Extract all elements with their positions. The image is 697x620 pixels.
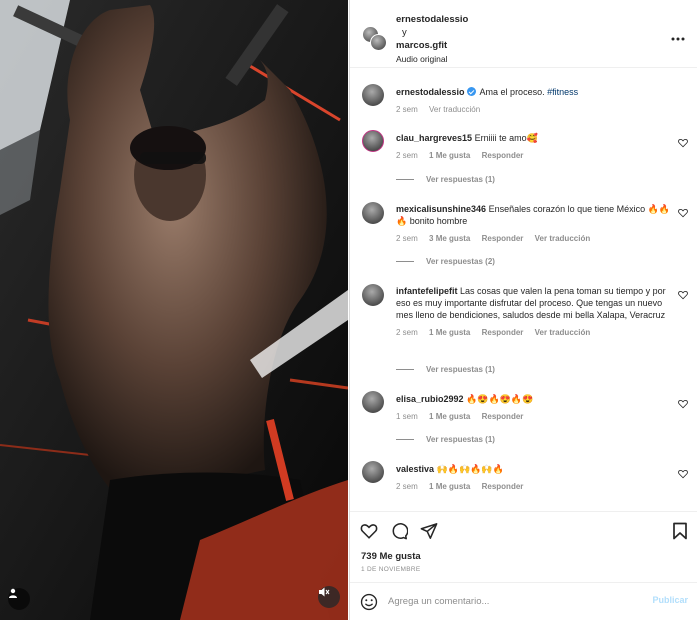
comment-username[interactable]: elisa_rubio2992 bbox=[396, 394, 464, 404]
translate-link[interactable]: Ver traducción bbox=[535, 328, 591, 337]
speaker-muted-icon bbox=[319, 587, 330, 597]
comment-time[interactable]: 2 sem bbox=[396, 482, 418, 491]
caption-meta: 2 sem Ver traducción bbox=[396, 104, 671, 116]
comment-likes[interactable]: 1 Me gusta bbox=[429, 482, 470, 491]
instagram-post-window: ernestodalessio y marcos.gfit Audio orig… bbox=[0, 0, 697, 620]
author-conjunction: y bbox=[402, 27, 407, 38]
comment-body: mexicalisunshine346 Enseñales corazón lo… bbox=[396, 203, 671, 245]
translate-link[interactable]: Ver traducción bbox=[535, 234, 591, 243]
reply-button[interactable]: Responder bbox=[482, 328, 524, 337]
comment-icon[interactable] bbox=[390, 522, 408, 540]
avatar[interactable] bbox=[362, 284, 384, 306]
post-actions: 739 Me gusta 1 DE NOVIEMBRE bbox=[350, 511, 697, 591]
reply-button[interactable]: Responder bbox=[482, 412, 524, 421]
comment-text: Erniiii te amo🥰 bbox=[474, 133, 538, 143]
bookmark-icon bbox=[673, 522, 687, 540]
hashtag-link[interactable]: #fitness bbox=[547, 87, 578, 97]
video-frame-image bbox=[0, 0, 348, 620]
view-replies-button[interactable]: Ver respuestas (1) bbox=[396, 365, 495, 374]
comment-username[interactable]: clau_hargreves15 bbox=[396, 133, 472, 143]
collab-avatars[interactable] bbox=[362, 26, 387, 51]
comment-username[interactable]: mexicalisunshine346 bbox=[396, 204, 486, 214]
share-paper-plane-icon[interactable] bbox=[420, 522, 438, 540]
comment-time[interactable]: 2 sem bbox=[396, 234, 418, 243]
comment-time[interactable]: 1 sem bbox=[396, 412, 418, 421]
view-replies-button[interactable]: Ver respuestas (1) bbox=[396, 175, 495, 184]
caption-body: ernestodalessio Ama el proceso. #fitness… bbox=[396, 86, 671, 116]
author-username-2[interactable]: marcos.gfit bbox=[396, 39, 468, 52]
comment-likes[interactable]: 1 Me gusta bbox=[429, 328, 470, 337]
like-comment-heart-icon[interactable] bbox=[678, 290, 688, 300]
caption-username[interactable]: ernestodalessio bbox=[396, 87, 465, 97]
more-horizontal-icon bbox=[671, 37, 685, 41]
avatar bbox=[370, 34, 387, 51]
avatar[interactable] bbox=[362, 202, 384, 224]
post-date: 1 DE NOVIEMBRE bbox=[361, 566, 421, 573]
tagged-users-button[interactable] bbox=[8, 588, 30, 610]
avatar[interactable] bbox=[362, 461, 384, 483]
like-comment-heart-icon[interactable] bbox=[678, 469, 688, 479]
translate-link[interactable]: Ver traducción bbox=[429, 105, 480, 114]
comment-body: clau_hargreves15 Erniiii te amo🥰 2 sem 1… bbox=[396, 132, 671, 162]
comment-meta: 2 sem 1 Me gusta Responder Ver traducció… bbox=[396, 327, 671, 339]
comment-input[interactable] bbox=[388, 592, 628, 610]
comment-likes[interactable]: 3 Me gusta bbox=[429, 234, 470, 243]
user-icon bbox=[9, 588, 17, 598]
emoji-smiley-icon bbox=[360, 593, 378, 611]
reply-button[interactable]: Responder bbox=[482, 151, 524, 160]
post-header: ernestodalessio y marcos.gfit Audio orig… bbox=[350, 0, 697, 68]
comment-username[interactable]: valestiva bbox=[396, 464, 434, 474]
caption-time[interactable]: 2 sem bbox=[396, 105, 418, 114]
avatar[interactable] bbox=[362, 130, 384, 152]
publish-button[interactable]: Publicar bbox=[652, 595, 688, 605]
avatar[interactable] bbox=[362, 391, 384, 413]
post-authors: ernestodalessio y marcos.gfit Audio orig… bbox=[396, 13, 468, 66]
comment-meta: 2 sem 1 Me gusta Responder bbox=[396, 481, 671, 493]
reply-button[interactable]: Responder bbox=[482, 482, 524, 491]
likes-count[interactable]: 739 Me gusta bbox=[361, 551, 421, 562]
like-heart-icon[interactable] bbox=[360, 522, 378, 540]
post-side-panel: ernestodalessio y marcos.gfit Audio orig… bbox=[349, 0, 697, 620]
audio-link[interactable]: Audio original bbox=[396, 53, 468, 66]
avatar[interactable] bbox=[362, 84, 384, 106]
comment-composer: Publicar bbox=[350, 582, 697, 620]
comment-time[interactable]: 2 sem bbox=[396, 151, 418, 160]
reply-button[interactable]: Responder bbox=[482, 234, 524, 243]
comment-body: elisa_rubio2992 🔥😍🔥😍🔥😍 1 sem 1 Me gusta … bbox=[396, 393, 671, 423]
view-replies-button[interactable]: Ver respuestas (2) bbox=[396, 257, 495, 266]
verified-badge-icon bbox=[466, 87, 476, 96]
caption-text: Ama el proceso. bbox=[479, 87, 545, 97]
comment-meta: 2 sem 1 Me gusta Responder bbox=[396, 150, 671, 162]
comment-text: 🔥😍🔥😍🔥😍 bbox=[466, 394, 534, 404]
comment-text: 🙌🔥🙌🔥🙌🔥 bbox=[436, 464, 504, 474]
like-comment-heart-icon[interactable] bbox=[678, 208, 688, 218]
view-replies-button[interactable]: Ver respuestas (1) bbox=[396, 435, 495, 444]
comment-username[interactable]: infantefelipefit bbox=[396, 286, 458, 296]
save-button[interactable] bbox=[672, 522, 688, 545]
comment-likes[interactable]: 1 Me gusta bbox=[429, 151, 470, 160]
action-icons bbox=[360, 522, 438, 540]
reel-video[interactable] bbox=[0, 0, 348, 620]
author-username-1[interactable]: ernestodalessio bbox=[396, 13, 468, 26]
comment-body: infantefelipefit Las cosas que valen la … bbox=[396, 285, 671, 339]
comment-meta: 2 sem 3 Me gusta Responder Ver traducció… bbox=[396, 233, 671, 245]
emoji-button[interactable] bbox=[360, 593, 378, 616]
like-comment-heart-icon[interactable] bbox=[678, 399, 688, 409]
mute-button[interactable] bbox=[318, 586, 340, 608]
more-options-button[interactable] bbox=[671, 28, 685, 44]
comment-meta: 1 sem 1 Me gusta Responder bbox=[396, 411, 671, 423]
comment-body: valestiva 🙌🔥🙌🔥🙌🔥 2 sem 1 Me gusta Respon… bbox=[396, 463, 671, 493]
comment-time[interactable]: 2 sem bbox=[396, 328, 418, 337]
like-comment-heart-icon[interactable] bbox=[678, 138, 688, 148]
comment-likes[interactable]: 1 Me gusta bbox=[429, 412, 470, 421]
